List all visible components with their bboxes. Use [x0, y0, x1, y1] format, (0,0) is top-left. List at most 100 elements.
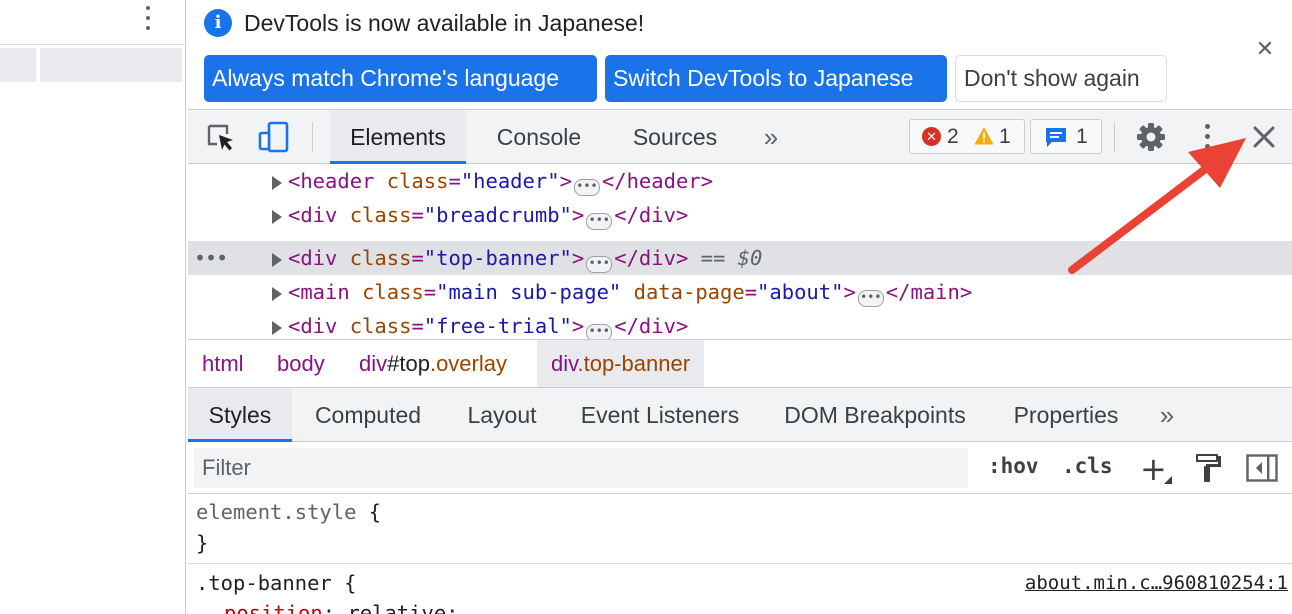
page-viewport — [0, 0, 186, 614]
attr-name: class — [349, 314, 412, 338]
property-value[interactable]: relative; — [347, 601, 458, 614]
tag-open: <div — [288, 314, 338, 338]
divider — [0, 44, 186, 45]
attr-value: "free-trial" — [423, 314, 572, 338]
toolbar-divider — [1114, 122, 1115, 152]
dom-node-row[interactable]: <div class="free-trial"> ••• </div> — [188, 309, 1292, 339]
more-options-icon[interactable] — [138, 4, 158, 34]
dom-node-row[interactable]: <main class="main sub-page" data-page="a… — [188, 275, 1292, 309]
breadcrumb-item-html[interactable]: html — [188, 340, 258, 387]
error-count: 2 — [947, 125, 959, 148]
inspect-element-icon[interactable] — [206, 123, 236, 153]
rule-divider — [188, 563, 1292, 564]
breadcrumb-item-overlay[interactable]: div#top.overlay — [345, 340, 521, 387]
attr-name: data-page — [633, 280, 745, 304]
attr-value: "main sub-page" — [436, 280, 622, 304]
crumb-tag: div — [551, 351, 578, 376]
attr-value: "about" — [757, 280, 844, 304]
dom-node-row-selected[interactable]: ••• <div class="top-banner"> ••• </div> ==… — [188, 241, 1292, 275]
crumb-class: .overlay — [429, 351, 507, 376]
tag-open: <header — [288, 169, 375, 193]
attr-value: "top-banner" — [423, 246, 572, 270]
issues-counter[interactable]: 1 — [1030, 119, 1102, 154]
styles-filter-input[interactable] — [194, 448, 968, 488]
class-toggle[interactable]: .cls — [1062, 454, 1113, 478]
expand-triangle-icon[interactable] — [272, 321, 282, 335]
tag-close: </header> — [601, 169, 713, 193]
stylesheet-source-link[interactable]: about.min.c…960810254:1 — [1025, 568, 1288, 598]
style-rule-selector[interactable]: .top-banner { — [196, 568, 356, 598]
new-style-rule-button[interactable]: + — [1140, 450, 1167, 488]
crumb-tag: body — [277, 351, 325, 376]
crumb-class: .top-banner — [577, 351, 691, 376]
node-actions-icon[interactable]: ••• — [194, 241, 228, 275]
breadcrumb: html body div#top.overlay div.top-banner — [188, 339, 1292, 388]
errors-warnings-counter[interactable]: ✕ 2 1 — [909, 119, 1025, 154]
rule-selector: .top-banner — [196, 571, 332, 595]
paint-brush-icon[interactable] — [1194, 452, 1222, 484]
device-toolbar-icon[interactable] — [258, 121, 290, 153]
hover-state-toggle[interactable]: :hov — [988, 454, 1039, 478]
attr-name: class — [362, 280, 424, 304]
collapsed-ellipsis-icon[interactable]: ••• — [857, 290, 884, 307]
tag-close: </div> — [614, 203, 689, 227]
dom-node-row[interactable]: <header class="header"> ••• </header> — [188, 164, 1292, 198]
tab-properties[interactable]: Properties — [998, 388, 1134, 442]
tab-styles[interactable]: Styles — [188, 388, 292, 442]
crumb-id: #top — [387, 351, 430, 376]
toggle-sidebar-icon[interactable] — [1246, 454, 1278, 482]
tab-computed[interactable]: Computed — [300, 388, 436, 442]
styles-pane: element.style { } .top-banner { about.mi… — [188, 495, 1292, 614]
collapsed-ellipsis-icon[interactable]: ••• — [586, 256, 613, 273]
attr-name: class — [349, 246, 412, 270]
close-devtools-icon[interactable] — [1250, 123, 1278, 151]
expand-triangle-icon[interactable] — [272, 253, 282, 267]
tab-dom-breakpoints[interactable]: DOM Breakpoints — [770, 388, 980, 442]
info-icon: i — [204, 9, 232, 37]
dom-node-row[interactable]: <div class="breadcrumb"> ••• </div> — [188, 198, 1292, 232]
new-rule-menu-corner-icon — [1164, 476, 1172, 484]
settings-gear-icon[interactable] — [1136, 122, 1166, 152]
warning-count: 1 — [999, 125, 1011, 148]
crumb-tag: html — [202, 351, 244, 376]
style-property[interactable]: position: relative; — [224, 598, 459, 614]
attr-value: "breadcrumb" — [423, 203, 572, 227]
close-infobar-icon[interactable]: ✕ — [1252, 36, 1278, 62]
breadcrumb-item-top-banner[interactable]: div.top-banner — [537, 340, 705, 387]
expand-triangle-icon[interactable] — [272, 210, 282, 224]
open-brace: { — [344, 571, 357, 595]
error-icon: ✕ — [922, 127, 941, 146]
tab-event-listeners[interactable]: Event Listeners — [568, 388, 752, 442]
collapsed-ellipsis-icon[interactable]: ••• — [573, 179, 600, 196]
open-brace: { — [368, 500, 382, 524]
tag-close: </main> — [885, 280, 973, 304]
collapsed-ellipsis-icon[interactable]: ••• — [586, 324, 613, 339]
tag-open: <div — [288, 203, 338, 227]
attr-name: class — [349, 203, 412, 227]
language-infobar: i DevTools is now available in Japanese!… — [188, 0, 1292, 110]
infobar-message: DevTools is now available in Japanese! — [244, 10, 645, 36]
breadcrumb-item-body[interactable]: body — [263, 340, 339, 387]
tab-layout[interactable]: Layout — [454, 388, 550, 442]
switch-to-japanese-button[interactable]: Switch DevTools to Japanese — [605, 55, 947, 102]
tag-open: <main — [288, 280, 350, 304]
element-style-selector: element.style — [196, 500, 357, 524]
tab-sources[interactable]: Sources — [616, 110, 734, 164]
tab-elements[interactable]: Elements — [330, 110, 466, 164]
property-name[interactable]: position — [224, 601, 323, 614]
tag-open: <div — [288, 246, 338, 270]
element-style-rule[interactable]: element.style { — [196, 497, 381, 527]
tab-console[interactable]: Console — [478, 110, 600, 164]
always-match-language-button[interactable]: Always match Chrome's language — [204, 55, 597, 102]
tag-close: </div> — [614, 314, 689, 338]
styles-filter-bar: :hov .cls + — [188, 442, 1292, 494]
expand-triangle-icon[interactable] — [272, 287, 282, 301]
message-icon — [1044, 126, 1068, 148]
collapsed-ellipsis-icon[interactable]: ••• — [586, 213, 613, 230]
attr-value: "header" — [460, 169, 560, 193]
customize-devtools-icon[interactable] — [1202, 122, 1212, 152]
more-tabs-icon[interactable]: » — [754, 110, 788, 164]
dont-show-again-button[interactable]: Don't show again — [955, 55, 1167, 102]
more-sidebar-tabs-icon[interactable]: » — [1150, 388, 1184, 442]
expand-triangle-icon[interactable] — [272, 176, 282, 190]
